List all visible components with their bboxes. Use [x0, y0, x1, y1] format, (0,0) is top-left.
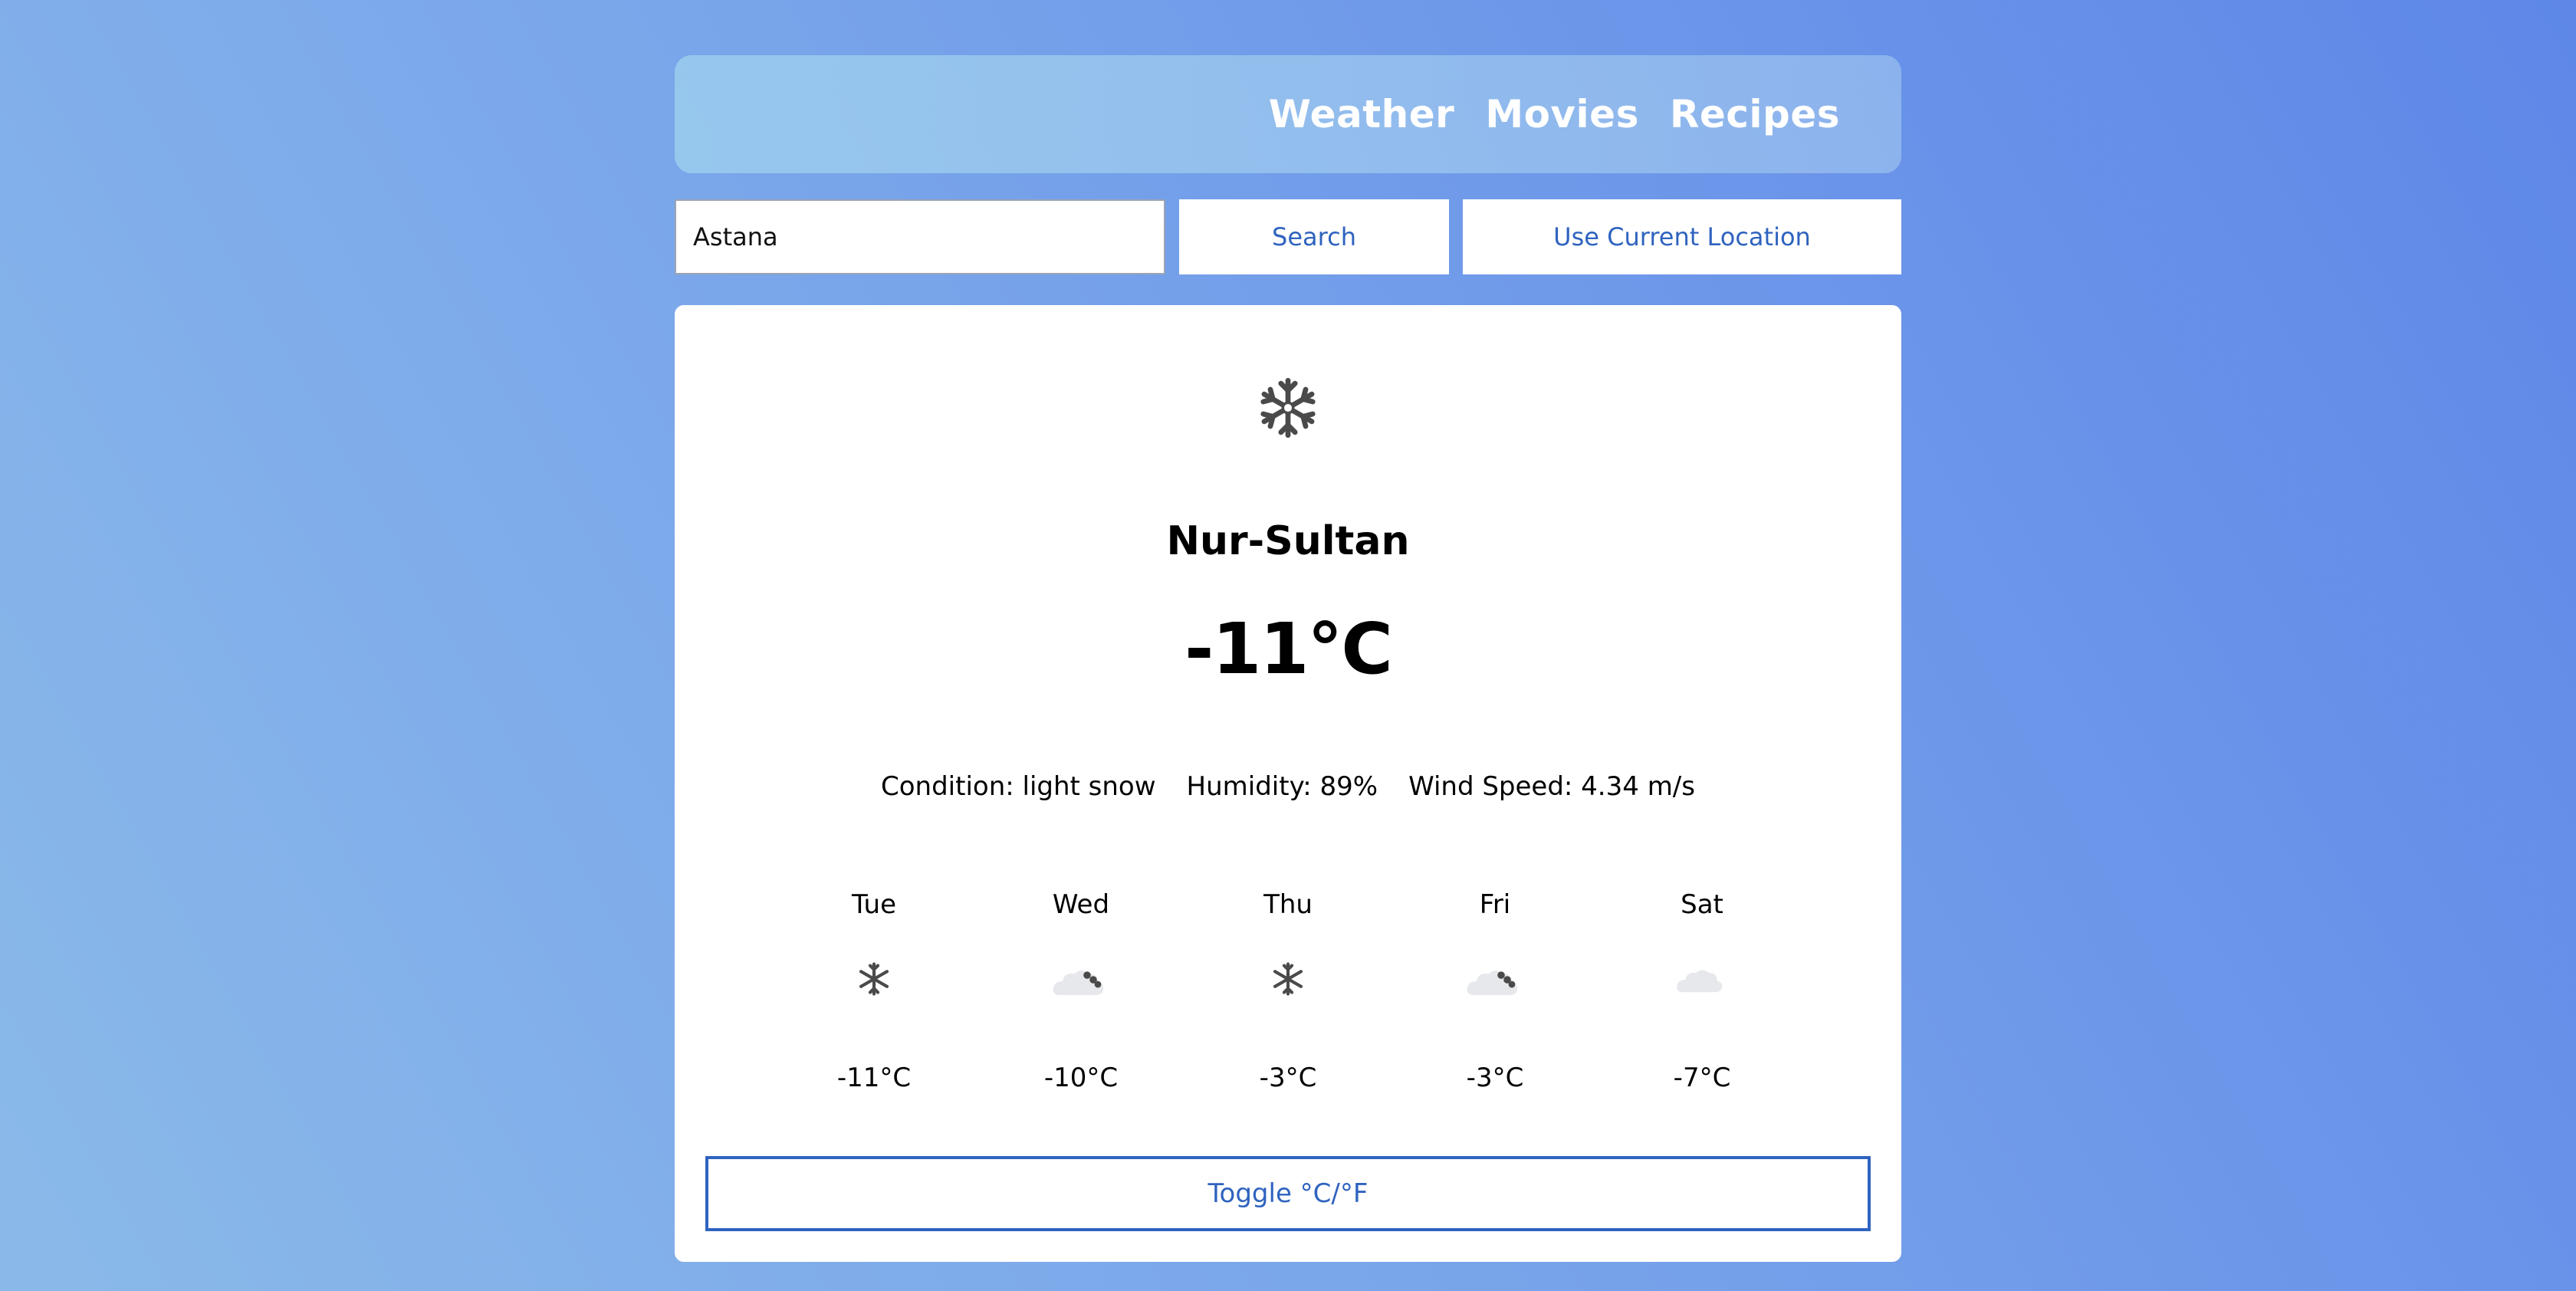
nav-weather-link[interactable]: Weather	[1269, 92, 1455, 136]
forecast-list: Tue -11°C Wed -10°C Thu -3°C Fri -3°C Sa…	[675, 889, 1901, 1119]
condition-text: Condition: light snow	[881, 771, 1156, 802]
forecast-day-name: Thu	[1263, 889, 1313, 920]
search-row: Search Use Current Location	[675, 199, 1901, 274]
weather-app: Weather Movies Recipes Search Use Curren…	[675, 55, 1901, 1262]
forecast-temp: -3°C	[1259, 1063, 1317, 1093]
weather-details: Condition: light snow Humidity: 89% Wind…	[675, 771, 1901, 802]
wind-speed-text: Wind Speed: 4.34 m/s	[1408, 771, 1695, 802]
city-search-input[interactable]	[675, 199, 1165, 274]
forecast-day-name: Fri	[1479, 889, 1511, 920]
cloud-snow-icon	[1418, 961, 1572, 1007]
snowflake-icon	[797, 961, 951, 1007]
weather-card: Nur-Sultan -11°C Condition: light snow H…	[675, 305, 1901, 1262]
forecast-temp: -11°C	[836, 1063, 912, 1093]
forecast-temp: -3°C	[1466, 1063, 1524, 1093]
top-nav-bar: Weather Movies Recipes	[675, 55, 1901, 173]
city-name: Nur-Sultan	[1166, 518, 1410, 564]
nav-recipes-link[interactable]: Recipes	[1670, 92, 1840, 136]
search-button[interactable]: Search	[1179, 199, 1449, 274]
current-temperature: -11°C	[1184, 608, 1393, 690]
humidity-text: Humidity: 89%	[1186, 771, 1378, 802]
cloud-snow-icon	[1004, 961, 1158, 1007]
cloud-icon	[1625, 961, 1779, 1007]
use-current-location-button[interactable]: Use Current Location	[1463, 199, 1901, 274]
forecast-day-name: Wed	[1052, 889, 1110, 920]
forecast-day-name: Tue	[851, 889, 897, 920]
snowflake-icon	[675, 376, 1901, 443]
forecast-day-name: Sat	[1681, 889, 1723, 920]
nav-movies-link[interactable]: Movies	[1485, 92, 1639, 136]
toggle-units-button[interactable]: Toggle °C/°F	[705, 1156, 1871, 1231]
forecast-temp: -10°C	[1043, 1063, 1119, 1093]
forecast-temp: -7°C	[1673, 1063, 1731, 1093]
snowflake-icon	[1211, 961, 1365, 1007]
